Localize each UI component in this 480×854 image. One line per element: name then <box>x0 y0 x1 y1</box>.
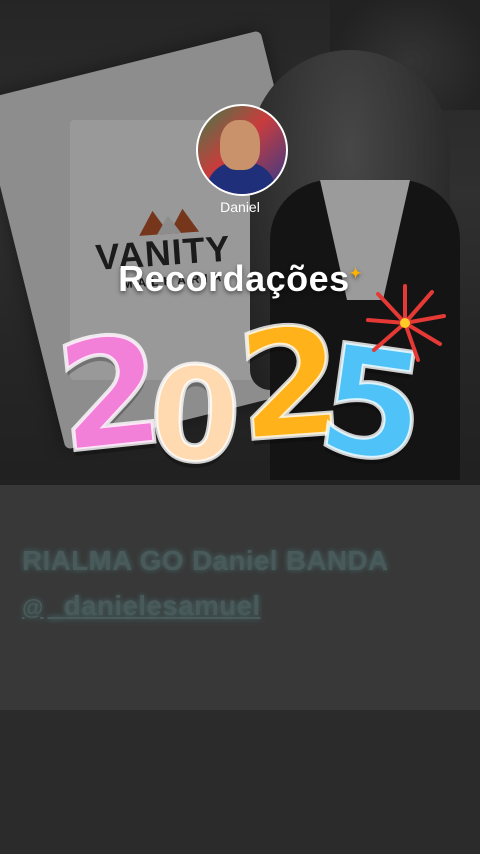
threads-icon: @ <box>22 595 44 620</box>
avatar[interactable] <box>196 104 288 196</box>
story-viewer[interactable]: VANITY MALHARIA Daniel Recordações✦ 2 0 … <box>0 0 480 854</box>
threads-handle: _danielesamuel <box>47 590 261 621</box>
profile-name[interactable]: Daniel <box>0 199 480 215</box>
firework-icon <box>366 284 446 362</box>
bottom-area <box>0 710 480 854</box>
avatar-face <box>220 120 260 170</box>
threads-handle-link[interactable]: @ _danielesamuel <box>22 590 261 622</box>
caption-line: RIALMA GO Daniel BANDA <box>22 545 389 576</box>
year-digit-2: 0 <box>144 335 246 496</box>
